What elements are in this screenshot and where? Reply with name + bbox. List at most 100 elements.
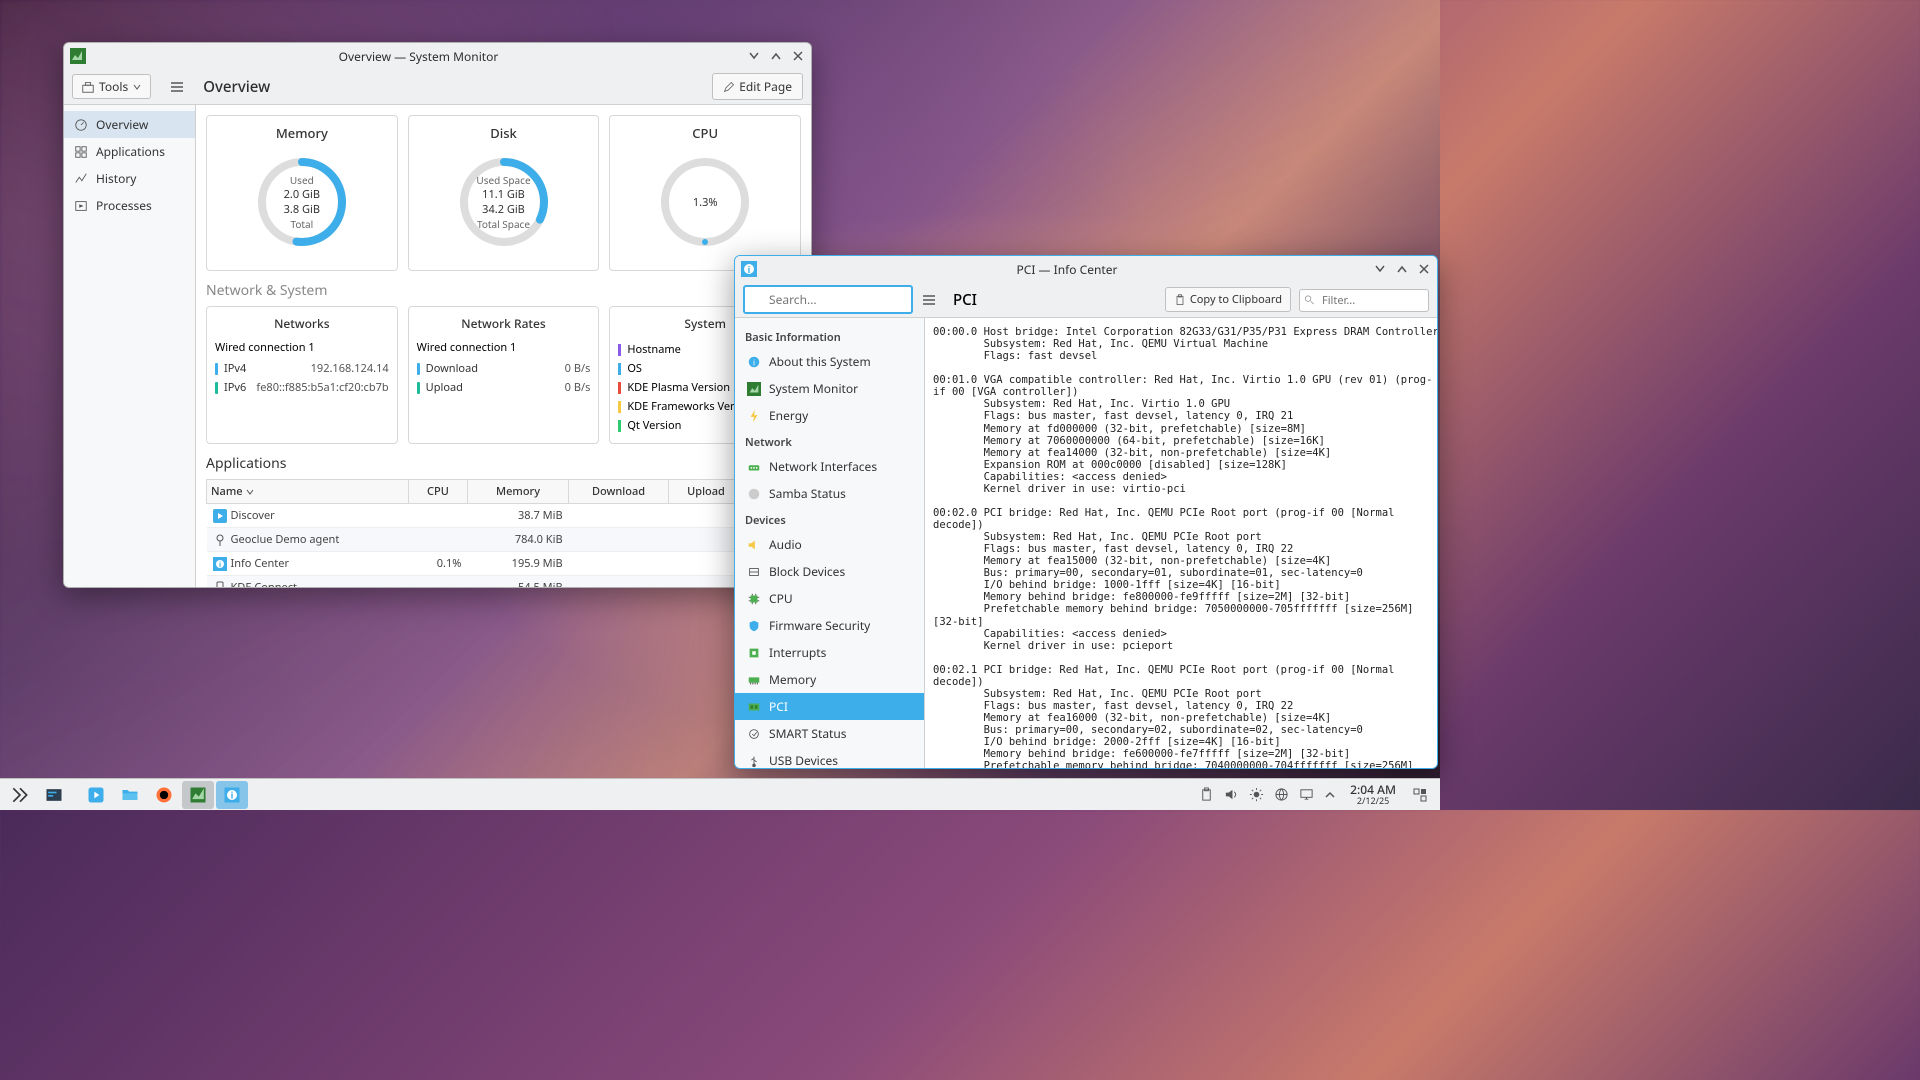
netsys-title: Network & System	[206, 281, 801, 300]
app-launcher[interactable]	[4, 781, 36, 809]
table-header[interactable]: Name	[207, 480, 409, 504]
sidebar-item-firmware-security[interactable]: Firmware Security	[735, 612, 924, 639]
memory-card: Memory Used2.0 GiB3.8 GiBTotal	[206, 115, 398, 271]
edit-page-button[interactable]: Edit Page	[712, 73, 803, 100]
svg-text:i: i	[748, 263, 751, 276]
sysmon-icon	[70, 48, 86, 64]
sidebar-item-network-interfaces[interactable]: Network Interfaces	[735, 453, 924, 480]
hamburger-button[interactable]	[921, 292, 937, 308]
rate-row: Upload0 B/s	[417, 378, 591, 397]
task-settings[interactable]	[38, 781, 70, 809]
chart-icon	[74, 172, 88, 186]
task-firefox[interactable]	[148, 781, 180, 809]
minimize-button[interactable]	[747, 49, 761, 63]
task-discover[interactable]	[80, 781, 112, 809]
sidebar-item-energy[interactable]: Energy	[735, 402, 924, 429]
hamburger-button[interactable]	[169, 79, 185, 95]
sidebar-item-overview[interactable]: Overview	[64, 111, 195, 138]
connection-name: Wired connection 1	[215, 340, 389, 355]
info-sidebar: Basic InformationiAbout this SystemSyste…	[735, 318, 925, 768]
minimize-button[interactable]	[1373, 262, 1387, 276]
sidebar-item-block-devices[interactable]: Block Devices	[735, 558, 924, 585]
applications-table: Name CPUMemoryDownloadUploadRead Discove…	[206, 479, 801, 587]
titlebar[interactable]: i PCI — Info Center	[735, 256, 1437, 282]
info-center-icon: i	[741, 261, 757, 277]
svg-text:i: i	[231, 788, 234, 801]
table-header[interactable]: Download	[569, 480, 669, 504]
search-input[interactable]	[743, 285, 913, 314]
toolbox-icon	[81, 80, 95, 94]
toolbar: PCI Copy to Clipboard	[735, 282, 1437, 318]
clock[interactable]: 2:04 AM 2/12/25	[1344, 783, 1402, 806]
toolbar: Tools Overview Edit Page	[64, 69, 811, 105]
tools-dropdown[interactable]: Tools	[72, 74, 151, 99]
cpu-ring: 1.3%	[655, 152, 755, 252]
close-button[interactable]	[791, 49, 805, 63]
sidebar-item-interrupts[interactable]: Interrupts	[735, 639, 924, 666]
sidebar-item-audio[interactable]: Audio	[735, 531, 924, 558]
page-title: Overview	[203, 77, 270, 97]
memory-title: Memory	[276, 124, 328, 142]
network-rates-card: Network Rates Wired connection 1 Downloa…	[408, 306, 600, 444]
chevron-down-icon	[132, 82, 142, 92]
sidebar-item-history[interactable]: History	[64, 165, 195, 192]
window-title: PCI — Info Center	[761, 261, 1373, 278]
table-row[interactable]: Geoclue Demo agent784.0 KiB	[207, 528, 801, 552]
sidebar-item-cpu[interactable]: CPU	[735, 585, 924, 612]
system-tray	[1193, 787, 1342, 802]
maximize-button[interactable]	[769, 49, 783, 63]
window-title: Overview — System Monitor	[90, 48, 747, 65]
cpu-card: CPU 1.3%	[609, 115, 801, 271]
task-sysmon[interactable]	[182, 781, 214, 809]
memory-ring: Used2.0 GiB3.8 GiBTotal	[252, 152, 352, 252]
taskbar: i 2:04 AM 2/12/25	[0, 778, 1440, 810]
titlebar[interactable]: Overview — System Monitor	[64, 43, 811, 69]
svg-text:i: i	[218, 561, 220, 570]
play-icon	[74, 199, 88, 213]
page-title: PCI	[953, 290, 977, 310]
main-content: Memory Used2.0 GiB3.8 GiBTotal Disk Used…	[196, 105, 811, 587]
table-row[interactable]: iInfo Center0.1%195.9 MiB	[207, 552, 801, 576]
clipboard-tray-icon[interactable]	[1199, 787, 1214, 802]
sidebar-item-system-monitor[interactable]: System Monitor	[735, 375, 924, 402]
sidebar-item-usb-devices[interactable]: USB Devices	[735, 747, 924, 768]
copy-to-clipboard-button[interactable]: Copy to Clipboard	[1165, 287, 1291, 312]
close-button[interactable]	[1417, 262, 1431, 276]
volume-tray-icon[interactable]	[1224, 787, 1239, 802]
task-infocenter[interactable]: i	[216, 781, 248, 809]
sidebar-item-smart-status[interactable]: SMART Status	[735, 720, 924, 747]
table-row[interactable]: KDE Connect54.5 MiB	[207, 576, 801, 587]
maximize-button[interactable]	[1395, 262, 1409, 276]
tray-expand-icon[interactable]	[1324, 789, 1336, 801]
disk-card: Disk Used Space11.1 GiB34.2 GiBTotal Spa…	[408, 115, 600, 271]
table-row[interactable]: Discover38.7 MiB	[207, 504, 801, 528]
table-header[interactable]: Upload	[668, 480, 743, 504]
brightness-tray-icon[interactable]	[1249, 787, 1264, 802]
disk-title: Disk	[490, 124, 517, 142]
sidebar-item-pci[interactable]: PCI	[735, 693, 924, 720]
sidebar-item-samba-status[interactable]: Samba Status	[735, 480, 924, 507]
rate-row: Download0 B/s	[417, 359, 591, 378]
clipboard-icon	[1174, 294, 1186, 306]
display-tray-icon[interactable]	[1299, 787, 1314, 802]
grid-icon	[74, 145, 88, 159]
search-icon	[1304, 294, 1315, 305]
sidebar-group: Network	[735, 429, 924, 453]
connection-name: Wired connection 1	[417, 340, 591, 355]
sidebar-item-memory[interactable]: Memory	[735, 666, 924, 693]
sidebar-item-about-this-system[interactable]: iAbout this System	[735, 348, 924, 375]
network-tray-icon[interactable]	[1274, 787, 1289, 802]
system-monitor-window: Overview — System Monitor Tools Overview…	[63, 42, 812, 588]
gauge-icon	[74, 118, 88, 132]
pci-output[interactable]: 00:00.0 Host bridge: Intel Corporation 8…	[925, 318, 1437, 768]
table-header[interactable]: CPU	[408, 480, 467, 504]
table-header[interactable]: Memory	[467, 480, 568, 504]
pencil-icon	[723, 81, 735, 93]
sidebar-item-applications[interactable]: Applications	[64, 138, 195, 165]
sidebar-item-processes[interactable]: Processes	[64, 192, 195, 219]
tools-label: Tools	[99, 78, 128, 95]
filter-input[interactable]	[1299, 289, 1429, 312]
task-files[interactable]	[114, 781, 146, 809]
disk-ring: Used Space11.1 GiB34.2 GiBTotal Space	[454, 152, 554, 252]
show-desktop[interactable]	[1404, 781, 1436, 809]
